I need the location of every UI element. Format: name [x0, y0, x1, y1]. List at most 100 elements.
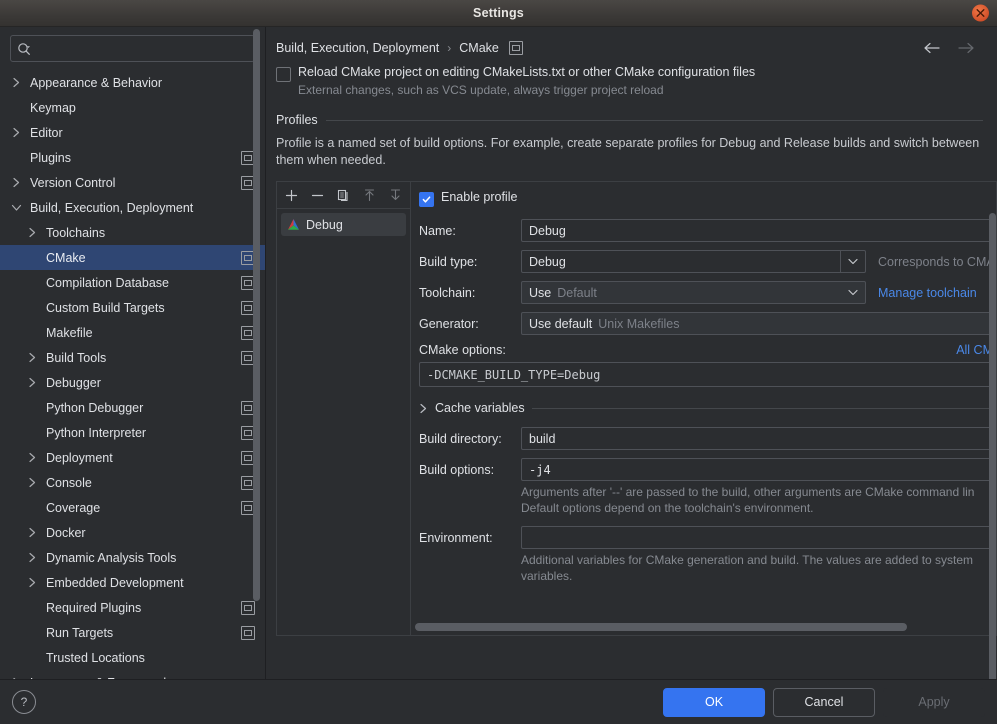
sidebar-item-label: Debugger — [46, 375, 101, 390]
build-options-row: Build options: -j4 — [419, 458, 996, 481]
sidebar-item-dynamic-analysis-tools[interactable]: Dynamic Analysis Tools — [0, 545, 265, 570]
sidebar-item-editor[interactable]: Editor — [0, 120, 265, 145]
cache-variables-header[interactable]: Cache variables — [419, 401, 996, 415]
tree-expand-arrow[interactable] — [24, 377, 40, 388]
cmake-options-input[interactable]: -DCMAKE_BUILD_TYPE=Debug — [419, 362, 996, 387]
sidebar-item-keymap[interactable]: Keymap — [0, 95, 265, 120]
sidebar-item-required-plugins[interactable]: Required Plugins — [0, 595, 265, 620]
build-type-dropdown-arrow[interactable] — [840, 251, 865, 272]
cancel-button[interactable]: Cancel — [773, 687, 875, 717]
close-window-button[interactable] — [972, 4, 989, 22]
build-type-combobox[interactable]: Debug — [521, 250, 866, 273]
move-up-icon — [364, 188, 374, 201]
sidebar-scrollbar[interactable] — [253, 29, 260, 601]
reload-cmake-checkbox-row[interactable]: Reload CMake project on editing CMakeLis… — [276, 65, 997, 97]
search-input[interactable] — [35, 40, 248, 57]
breadcrumb: Build, Execution, Deployment › CMake — [266, 27, 997, 65]
sidebar-item-debugger[interactable]: Debugger — [0, 370, 265, 395]
sidebar-item-label: Editor — [30, 125, 63, 140]
sidebar-item-label: Coverage — [46, 500, 101, 515]
sidebar-item-label: Version Control — [30, 175, 116, 190]
tree-expand-arrow[interactable] — [24, 352, 40, 363]
sidebar-item-appearance-behavior[interactable]: Appearance & Behavior — [0, 70, 265, 95]
settings-panel: Build, Execution, Deployment › CMake Rel… — [266, 27, 997, 679]
tree-expand-arrow[interactable] — [24, 452, 40, 463]
help-button[interactable]: ? — [12, 690, 36, 714]
sidebar-item-build-execution-deployment[interactable]: Build, Execution, Deployment — [0, 195, 265, 220]
sidebar-item-compilation-database[interactable]: Compilation Database — [0, 270, 265, 295]
form-horizontal-scrollbar[interactable] — [415, 623, 907, 631]
settings-dialog: Settings Appearance & Behavior Keymap Ed… — [0, 0, 997, 724]
settings-tree[interactable]: Appearance & Behavior Keymap Editor Plugins… — [0, 68, 265, 679]
sidebar-item-plugins[interactable]: Plugins — [0, 145, 265, 170]
tree-expand-arrow[interactable] — [24, 227, 40, 238]
tree-expand-arrow[interactable] — [8, 127, 24, 138]
sidebar-item-build-tools[interactable]: Build Tools — [0, 345, 265, 370]
sidebar-item-run-targets[interactable]: Run Targets — [0, 620, 265, 645]
sidebar-item-embedded-development[interactable]: Embedded Development — [0, 570, 265, 595]
profile-list-item-label: Debug — [306, 217, 343, 232]
project-scope-badge-icon — [241, 625, 255, 640]
breadcrumb-separator: › — [447, 41, 452, 55]
manage-toolchain-link[interactable]: Manage toolchain — [878, 286, 977, 300]
sidebar-item-python-debugger[interactable]: Python Debugger — [0, 395, 265, 420]
cache-variables-rule — [531, 407, 996, 409]
remove-profile-button[interactable] — [306, 184, 330, 206]
search-icon — [18, 42, 30, 55]
move-profile-up-button[interactable] — [357, 184, 381, 206]
tree-expand-arrow[interactable] — [24, 477, 40, 488]
nav-forward-button[interactable] — [958, 42, 975, 54]
enable-profile-checkbox[interactable] — [419, 192, 434, 207]
tree-expand-arrow[interactable] — [24, 552, 40, 563]
profile-list[interactable]: Debug — [277, 209, 410, 635]
sidebar-item-label: Compilation Database — [46, 275, 169, 290]
name-input[interactable]: Debug — [521, 219, 991, 242]
sidebar-item-makefile[interactable]: Makefile — [0, 320, 265, 345]
sidebar-item-toolchains[interactable]: Toolchains — [0, 220, 265, 245]
tree-expand-arrow[interactable] — [8, 203, 24, 212]
tree-expand-arrow[interactable] — [8, 677, 24, 679]
nav-back-button[interactable] — [923, 42, 940, 54]
tree-expand-arrow[interactable] — [24, 527, 40, 538]
sidebar-item-docker[interactable]: Docker — [0, 520, 265, 545]
project-scope-badge-icon — [241, 600, 255, 615]
build-directory-input[interactable]: build — [521, 427, 996, 450]
search-box[interactable] — [10, 35, 255, 62]
add-profile-button[interactable] — [280, 184, 304, 206]
tree-expand-arrow[interactable] — [8, 77, 24, 88]
chevron-right-icon — [28, 452, 35, 463]
reload-cmake-checkbox[interactable] — [276, 67, 291, 82]
sidebar-item-cmake[interactable]: CMake — [0, 245, 265, 270]
environment-input[interactable] — [521, 526, 996, 549]
ok-button[interactable]: OK — [663, 687, 765, 717]
sidebar-item-trusted-locations[interactable]: Trusted Locations — [0, 645, 265, 670]
profile-list-item[interactable]: Debug — [281, 213, 406, 236]
toolchain-combobox[interactable]: Use Default — [521, 281, 866, 304]
sidebar-item-custom-build-targets[interactable]: Custom Build Targets — [0, 295, 265, 320]
tree-expand-arrow[interactable] — [8, 177, 24, 188]
sidebar-item-console[interactable]: Console — [0, 470, 265, 495]
copy-profile-button[interactable] — [332, 184, 356, 206]
build-options-input[interactable]: -j4 — [521, 458, 996, 481]
tree-expand-arrow[interactable] — [24, 577, 40, 588]
panel-vertical-scrollbar[interactable] — [989, 213, 996, 679]
chevron-down-icon — [11, 204, 21, 211]
toolchain-dropdown-arrow[interactable] — [841, 282, 865, 303]
sidebar-item-python-interpreter[interactable]: Python Interpreter — [0, 420, 265, 445]
sidebar-item-deployment[interactable]: Deployment — [0, 445, 265, 470]
sidebar-item-version-control[interactable]: Version Control — [0, 170, 265, 195]
enable-profile-row[interactable]: Enable profile — [419, 190, 996, 207]
profile-list-pane: Debug — [276, 181, 410, 636]
generator-combobox[interactable]: Use default Unix Makefiles — [521, 312, 991, 335]
search-container — [0, 27, 265, 68]
profiles-section-title: Profiles — [276, 113, 318, 127]
sidebar-item-languages-frameworks[interactable]: Languages & Frameworks — [0, 670, 265, 679]
window-title: Settings — [473, 6, 524, 20]
breadcrumb-root[interactable]: Build, Execution, Deployment — [276, 41, 439, 55]
move-profile-down-button[interactable] — [383, 184, 407, 206]
sidebar-item-coverage[interactable]: Coverage — [0, 495, 265, 520]
chevron-right-icon — [12, 77, 19, 88]
chevron-right-icon — [12, 127, 19, 138]
sidebar-item-label: Required Plugins — [46, 600, 142, 615]
sidebar-item-label: Docker — [46, 525, 86, 540]
